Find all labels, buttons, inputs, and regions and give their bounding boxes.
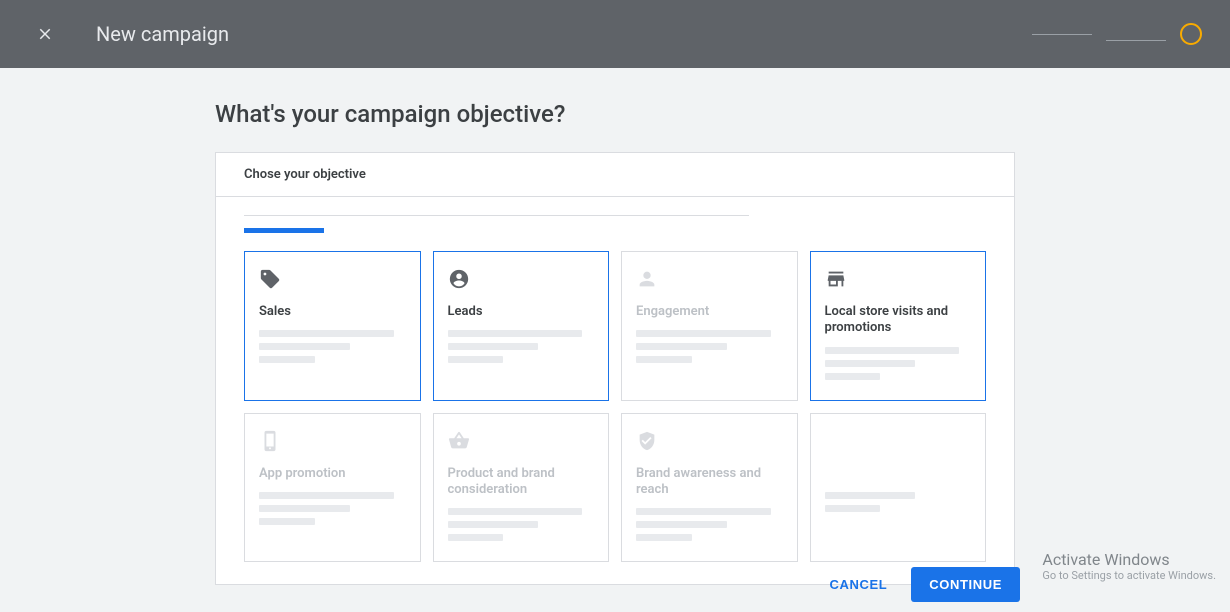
- step-line: [1032, 34, 1092, 35]
- header-title: New campaign: [96, 22, 229, 46]
- app-header: New campaign: [0, 0, 1230, 68]
- step-line: [1106, 40, 1166, 41]
- progress-stepper: [1032, 23, 1202, 45]
- person-icon: [448, 268, 595, 294]
- placeholder-text: [636, 508, 783, 541]
- objective-label: App promotion: [259, 466, 406, 482]
- basket-icon: [448, 430, 595, 456]
- objective-card-panel: Chose your objective Sales: [215, 152, 1015, 585]
- step-circle-icon: [1180, 23, 1202, 45]
- placeholder-text: [825, 347, 972, 380]
- continue-button[interactable]: CONTINUE: [911, 567, 1020, 602]
- objective-app-promotion[interactable]: App promotion: [244, 413, 421, 563]
- objective-label: Brand awareness and reach: [636, 466, 783, 499]
- objective-engagement[interactable]: Engagement: [621, 251, 798, 401]
- objective-label: Product and brand consideration: [448, 466, 595, 499]
- objective-label: Leads: [448, 304, 595, 320]
- tag-icon: [259, 268, 406, 294]
- objective-label: Local store visits and promotions: [825, 304, 972, 337]
- objective-leads[interactable]: Leads: [433, 251, 610, 401]
- page-title: What's your campaign objective?: [215, 100, 1015, 128]
- objective-local-store[interactable]: Local store visits and promotions: [810, 251, 987, 401]
- objective-sales[interactable]: Sales: [244, 251, 421, 401]
- card-header: Chose your objective: [216, 153, 1014, 197]
- cancel-button[interactable]: CANCEL: [826, 569, 892, 600]
- footer-actions: CANCEL CONTINUE: [0, 567, 1230, 602]
- objective-product-brand[interactable]: Product and brand consideration: [433, 413, 610, 563]
- store-icon: [825, 268, 972, 294]
- placeholder-text: [448, 330, 595, 363]
- person-outline-icon: [636, 268, 783, 294]
- placeholder-text: [448, 508, 595, 541]
- objective-label: Sales: [259, 304, 406, 320]
- objective-grid: Sales Leads: [244, 251, 986, 562]
- objective-label: Engagement: [636, 304, 783, 320]
- close-icon[interactable]: [36, 25, 54, 43]
- placeholder-text: [636, 330, 783, 363]
- placeholder-text: [259, 492, 406, 525]
- objective-brand-awareness[interactable]: Brand awareness and reach: [621, 413, 798, 563]
- shield-icon: [636, 430, 783, 456]
- card-body: Sales Leads: [216, 197, 1014, 584]
- divider-line: [244, 215, 749, 216]
- placeholder-text: [825, 492, 972, 512]
- empty-icon: [825, 430, 972, 456]
- main-content: What's your campaign objective? Chose yo…: [0, 68, 1230, 585]
- placeholder-text: [259, 330, 406, 363]
- progress-indicator: [244, 228, 324, 233]
- objective-empty[interactable]: [810, 413, 987, 563]
- phone-icon: [259, 430, 406, 456]
